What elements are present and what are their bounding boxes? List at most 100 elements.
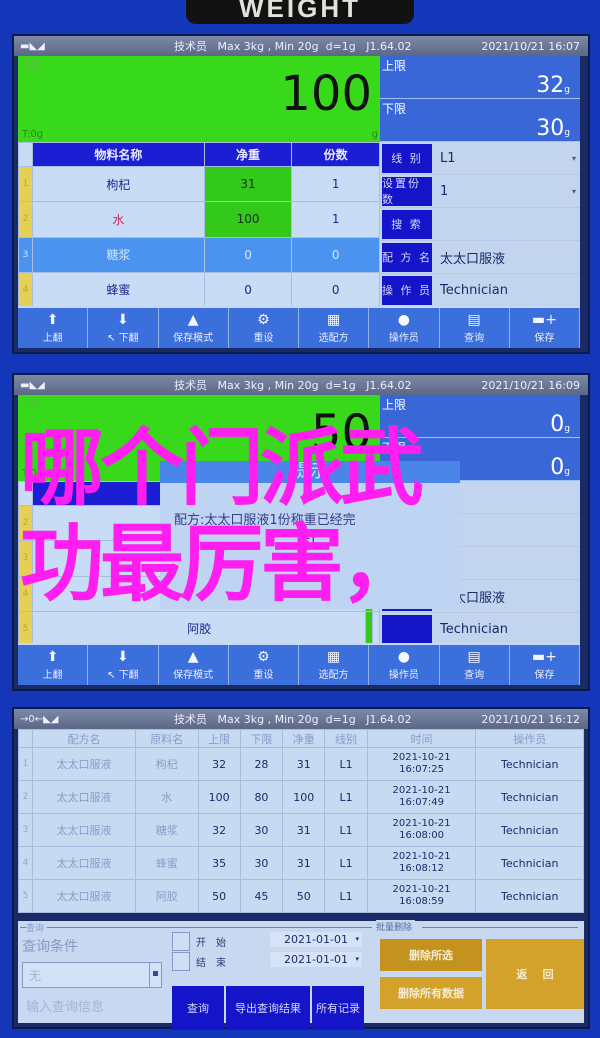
status-time: 2021/10/21 16:12 bbox=[481, 712, 580, 726]
search-document-icon: ▤ bbox=[467, 648, 481, 665]
page-down-button[interactable]: ⬇ ↖ 下翻 bbox=[88, 308, 159, 348]
table-row[interactable]: 3 太太口服液 糖浆 32 30 31 L1 2021-10-21 16:08:00 Techni… bbox=[18, 813, 584, 847]
query-button[interactable]: ▤ 查询 bbox=[440, 308, 510, 348]
col-header: 时间 bbox=[366, 729, 477, 748]
col-header: 份数 bbox=[291, 142, 380, 167]
upper-limit-label: 上限 bbox=[382, 398, 407, 412]
delete-selected-button[interactable]: 删除所选 bbox=[380, 939, 482, 971]
record-lower: 28 bbox=[239, 747, 284, 781]
operator-button[interactable]: ● 操作员 bbox=[369, 645, 440, 685]
table-row[interactable]: 4 太太口服液 蜂蜜 35 30 31 L1 2021-10-21 16:08:12 Techni… bbox=[18, 846, 584, 880]
search-document-icon: ▤ bbox=[467, 311, 481, 328]
record-no: 4 bbox=[18, 846, 33, 880]
upper-limit-label: 上限 bbox=[382, 59, 407, 73]
query-submit-button[interactable]: 查询 bbox=[172, 986, 224, 1030]
record-recipe: 太太口服液 bbox=[32, 846, 136, 880]
record-time: 2021-10-21 16:08:00 bbox=[366, 813, 477, 847]
table-row[interactable]: 4 蜂蜜 0 0 bbox=[18, 271, 380, 309]
gear-icon: ⚙ bbox=[257, 648, 270, 665]
table-row[interactable]: 1 枸杞 31 1 bbox=[18, 165, 380, 203]
end-date-select[interactable]: 2021-01-01 ▾ bbox=[270, 952, 362, 967]
record-lower: 45 bbox=[239, 879, 284, 913]
printer-plus-icon: ▬+ bbox=[531, 648, 557, 665]
search-key[interactable]: 搜 索 bbox=[382, 209, 432, 239]
query-section: 查询 查询条件 无 输入查询信息 开始 结束 2021-01-01 ▾ 2021-… bbox=[20, 921, 372, 1030]
operator-button[interactable]: ● 操作员 bbox=[369, 308, 440, 348]
record-net: 100 bbox=[282, 780, 326, 814]
query-button[interactable]: ▤ 查询 bbox=[440, 645, 510, 685]
start-date-select[interactable]: 2021-01-01 ▾ bbox=[270, 932, 362, 947]
table-row-selected[interactable]: 3 糖浆 0 0 bbox=[18, 236, 380, 273]
save-button[interactable]: ▬+ 保存 bbox=[510, 645, 580, 685]
count-select[interactable]: 1 ▾ bbox=[436, 177, 580, 206]
device-brand-label: WEIGHT bbox=[186, 0, 414, 24]
delete-all-button[interactable]: 删除所有数据 bbox=[380, 977, 482, 1009]
arrow-down-icon: ⬇ bbox=[117, 311, 129, 328]
bottom-toolbar: ⬆ 上翻 ⬇ ↖ 下翻 ▲ 保存模式 ⚙ 重设 ▦ 选配方 ● 操作员 ▤ 查询 ▬+ 保存 bbox=[18, 306, 580, 348]
page-down-button[interactable]: ⬇ ↖ 下翻 bbox=[88, 645, 159, 685]
weight-unit: g bbox=[371, 129, 378, 140]
reset-button[interactable]: ⚙ 重设 bbox=[229, 645, 299, 685]
save-mode-button[interactable]: ▲ 保存模式 bbox=[159, 645, 229, 685]
batch-delete-section: 批量删除 删除所选 删除所有数据 返 回 bbox=[372, 920, 584, 1023]
select-recipe-button[interactable]: ▦ 选配方 bbox=[299, 645, 370, 685]
reset-button[interactable]: ⚙ 重设 bbox=[229, 308, 299, 348]
status-bar: ▬◣◢ 技术员 Max 3kg , Min 20g d=1g J1.64.02 … bbox=[14, 375, 588, 395]
material-table: 物料名称 净重 份数 1 枸杞 31 1 2 水 100 1 3 糖浆 0 0 4 蜂蜜 0 0 bbox=[18, 142, 380, 309]
recipe-key[interactable]: 配 方 名 bbox=[382, 242, 432, 272]
weight-display: 净重 100 T:0g g bbox=[18, 56, 380, 142]
save-button[interactable]: ▬+ 保存 bbox=[510, 308, 580, 348]
status-bar: ▬◣◢ 技术员 Max 3kg , Min 20g d=1g J1.64.02 … bbox=[14, 36, 588, 56]
query-panel: 查询 查询条件 无 输入查询信息 开始 结束 2021-01-01 ▾ 2021-… bbox=[18, 920, 584, 1030]
chevron-down-icon: ▾ bbox=[355, 955, 359, 963]
table-row[interactable]: 5 阿胶 bbox=[18, 610, 380, 648]
connection-icon: ▬◣◢ bbox=[20, 379, 45, 391]
save-mode-button[interactable]: ▲ 保存模式 bbox=[159, 308, 229, 348]
record-upper: 50 bbox=[197, 879, 241, 913]
start-date-checkbox[interactable] bbox=[172, 932, 190, 951]
export-results-button[interactable]: 导出查询结果 bbox=[226, 986, 310, 1030]
chevron-down-icon[interactable]: ▾ bbox=[572, 154, 576, 163]
chevron-down-icon[interactable]: ▾ bbox=[572, 187, 576, 196]
select-recipe-button[interactable]: ▦ 选配方 bbox=[299, 308, 370, 348]
upper-limit-value: 32g bbox=[536, 73, 570, 98]
record-line: L1 bbox=[324, 813, 368, 847]
lower-limit-label: 下限 bbox=[382, 102, 407, 116]
operator-key[interactable]: 操 作 员 bbox=[382, 275, 432, 305]
end-date-checkbox[interactable] bbox=[172, 952, 190, 971]
set-count-key[interactable]: 设置份数 bbox=[382, 176, 432, 206]
record-operator: Technician bbox=[475, 813, 584, 847]
col-header: 下限 bbox=[239, 729, 284, 748]
arrow-down-icon: ⬇ bbox=[117, 648, 129, 665]
record-net: 31 bbox=[282, 846, 326, 880]
record-upper: 35 bbox=[197, 846, 241, 880]
chevron-down-icon: ▾ bbox=[355, 935, 359, 943]
query-input[interactable]: 输入查询信息 bbox=[26, 996, 104, 1015]
search-input[interactable] bbox=[436, 210, 580, 239]
line-select[interactable]: L1 ▾ bbox=[436, 144, 580, 173]
query-condition-label: 查询条件 bbox=[22, 939, 78, 955]
all-records-button[interactable]: 所有记录 bbox=[312, 986, 364, 1030]
table-row[interactable]: 1 太太口服液 枸杞 32 28 31 L1 2021-10-21 16:07:25 Techni… bbox=[18, 747, 584, 781]
record-operator: Technician bbox=[475, 747, 584, 781]
status-time: 2021/10/21 16:09 bbox=[481, 378, 580, 392]
table-row[interactable]: 5 太太口服液 阿胶 50 45 50 L1 2021-10-21 16:08:59 Techni… bbox=[18, 879, 584, 913]
weight-value: 100 bbox=[280, 66, 372, 122]
record-line: L1 bbox=[324, 846, 368, 880]
query-condition-select[interactable]: 无 bbox=[22, 962, 162, 988]
record-material: 糖浆 bbox=[134, 813, 199, 847]
col-header: 净重 bbox=[282, 729, 326, 748]
table-row[interactable]: 2 水 100 1 bbox=[18, 201, 380, 238]
calendar-icon: ▦ bbox=[327, 648, 341, 665]
dropdown-icon[interactable] bbox=[149, 963, 161, 987]
record-operator: Technician bbox=[475, 879, 584, 913]
back-button[interactable]: 返 回 bbox=[486, 939, 584, 1009]
page-up-button[interactable]: ⬆ 上翻 bbox=[18, 645, 89, 685]
line-key[interactable]: 线 别 bbox=[382, 143, 432, 173]
table-row[interactable]: 2 太太口服液水 100 80 100 L1 2021-10-21 16:07:49 Techn… bbox=[18, 780, 584, 814]
display-label: 净重 bbox=[22, 61, 41, 71]
operator-value: Technician bbox=[440, 282, 508, 298]
col-header: 物料名称 bbox=[32, 142, 205, 167]
overlay-caption: 哪个门派武 功最厉害， bbox=[20, 419, 424, 613]
page-up-button[interactable]: ⬆ 上翻 bbox=[18, 308, 89, 348]
